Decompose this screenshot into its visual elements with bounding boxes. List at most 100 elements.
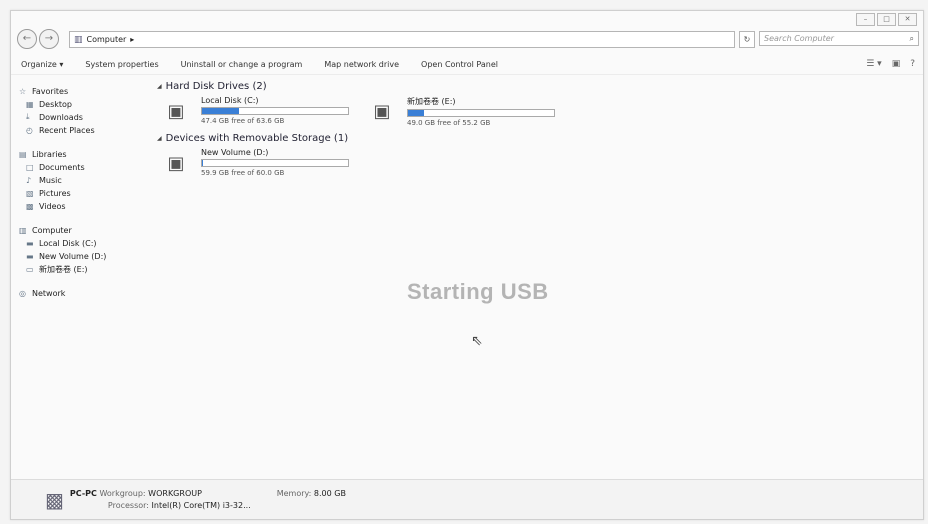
network-icon: ◎	[19, 288, 26, 298]
drive-info: Local Disk (C:) 47.4 GB free of 63.6 GB	[201, 96, 351, 125]
nav-pictures[interactable]: ▧ Pictures	[19, 187, 157, 199]
drive-free-space: 49.0 GB free of 55.2 GB	[407, 119, 491, 127]
drive-icon: ▬	[26, 251, 34, 261]
processor-label: Processor:	[107, 500, 149, 510]
downloads-icon: ⤓	[26, 112, 30, 121]
collapse-triangle-icon[interactable]: ◢	[157, 135, 162, 142]
nav-label: Desktop	[39, 99, 72, 109]
drive-item[interactable]: ▣ 新加卷卷 (E:) 49.0 GB free of 55.2 GB	[363, 96, 557, 127]
nav-label: Local Disk (C:)	[39, 238, 97, 248]
nav-label: Libraries	[32, 149, 67, 159]
system-properties-button[interactable]: System properties	[85, 60, 158, 69]
starting-usb-overlay: Starting USB	[407, 279, 549, 304]
group-title: Devices with Removable Storage (1)	[165, 133, 349, 144]
recent-places-icon: ◴	[26, 125, 33, 135]
hard-disk-icon: ▣	[373, 101, 391, 122]
drive-name: 新加卷卷 (E:)	[407, 97, 456, 106]
nav-label: Downloads	[39, 112, 83, 122]
minimize-button[interactable]: –	[856, 13, 875, 26]
nav-new-volume-d[interactable]: ▬ New Volume (D:)	[19, 250, 157, 262]
search-placeholder: Search Computer	[764, 34, 834, 43]
preview-pane-icon[interactable]: ▣	[892, 59, 901, 69]
open-control-panel-button[interactable]: Open Control Panel	[421, 60, 498, 69]
videos-icon: ▩	[26, 201, 34, 211]
help-icon[interactable]: ?	[910, 59, 915, 69]
nav-label: 新加卷卷 (E:)	[39, 264, 88, 274]
window-controls: – □ ✕	[856, 13, 917, 26]
nav-computer[interactable]: ▥ Computer	[19, 224, 157, 236]
breadcrumb-arrow-icon[interactable]: ▸	[130, 35, 134, 44]
nav-label: Music	[39, 175, 62, 185]
workgroup-value: WORKGROUP	[148, 488, 202, 498]
breadcrumb-computer[interactable]: Computer	[87, 35, 127, 44]
hard-disk-group-header[interactable]: ◢ Hard Disk Drives (2)	[157, 81, 569, 92]
close-button[interactable]: ✕	[898, 13, 917, 26]
drive-usage-fill	[408, 110, 425, 116]
nav-label: Documents	[39, 162, 85, 172]
back-button[interactable]: ←	[17, 29, 37, 49]
drive-name: New Volume (D:)	[201, 148, 269, 157]
nav-label: Videos	[39, 201, 66, 211]
drive-usage-bar	[201, 159, 349, 167]
nav-label: Pictures	[39, 188, 71, 198]
forward-button[interactable]: →	[39, 29, 59, 49]
refresh-button[interactable]: ↻	[739, 31, 755, 48]
removable-group-header[interactable]: ◢ Devices with Removable Storage (1)	[157, 133, 569, 144]
nav-label: Computer	[32, 225, 72, 235]
nav-documents[interactable]: □ Documents	[19, 161, 157, 173]
drive-name: Local Disk (C:)	[201, 96, 259, 105]
search-input[interactable]: Search Computer ⌕	[759, 31, 919, 46]
nav-local-disk-c[interactable]: ▬ Local Disk (C:)	[19, 237, 157, 249]
computer-icon: ▥	[74, 34, 83, 45]
drive-info: New Volume (D:) 59.9 GB free of 60.0 GB	[201, 148, 351, 177]
drive-free-space: 59.9 GB free of 60.0 GB	[201, 169, 285, 177]
computer-icon: ▩	[45, 487, 64, 512]
uninstall-program-button[interactable]: Uninstall or change a program	[181, 60, 303, 69]
details-pc-column: PC-PC Workgroup: WORKGROUP Processor: In…	[70, 488, 251, 512]
memory-label: Memory:	[276, 489, 312, 498]
nav-libraries[interactable]: ▤ Libraries	[19, 148, 157, 160]
pc-name: PC-PC	[69, 488, 97, 498]
map-network-drive-button[interactable]: Map network drive	[324, 60, 399, 69]
libraries-icon: ▤	[19, 149, 27, 159]
search-icon[interactable]: ⌕	[910, 34, 914, 44]
computer-icon: ▥	[19, 225, 27, 235]
removable-drive-icon: ▣	[167, 153, 185, 174]
nav-drive-e[interactable]: ▭ 新加卷卷 (E:)	[19, 263, 157, 275]
hard-disk-list: ▣ Local Disk (C:) 47.4 GB free of 63.6 G…	[157, 96, 569, 127]
maximize-button[interactable]: □	[877, 13, 896, 26]
drive-icon: ▭	[26, 264, 34, 274]
nav-videos[interactable]: ▩ Videos	[19, 200, 157, 212]
details-pane: ▩ PC-PC Workgroup: WORKGROUP Processor: …	[11, 479, 923, 519]
drive-item[interactable]: ▣ Local Disk (C:) 47.4 GB free of 63.6 G…	[157, 96, 351, 127]
address-bar[interactable]: ▥ Computer ▸	[69, 31, 735, 48]
pictures-icon: ▧	[26, 188, 34, 198]
change-view-icon[interactable]: ☰ ▾	[866, 59, 881, 69]
processor-value: Intel(R) Core(TM) i3-32...	[151, 500, 251, 510]
star-icon: ☆	[19, 86, 27, 96]
nav-desktop[interactable]: ▦ Desktop	[19, 98, 157, 110]
collapse-triangle-icon[interactable]: ◢	[157, 83, 162, 90]
explorer-window: – □ ✕ ← → ▥ Computer ▸ ↻ Search Computer…	[10, 10, 924, 520]
details-memory-column: Memory: 8.00 GB	[277, 488, 346, 500]
mouse-cursor-icon: ⇖	[471, 333, 483, 349]
drive-usage-fill	[202, 160, 204, 166]
nav-label: Favorites	[32, 86, 69, 96]
hard-disk-icon: ▣	[167, 101, 185, 122]
drive-item[interactable]: ▣ New Volume (D:) 59.9 GB free of 60.0 G…	[157, 148, 351, 177]
address-row: ← → ▥ Computer ▸ ↻ Search Computer ⌕	[11, 29, 923, 49]
documents-icon: □	[26, 162, 34, 172]
drive-usage-fill	[202, 108, 239, 114]
nav-recent-places[interactable]: ◴ Recent Places	[19, 124, 157, 136]
nav-music[interactable]: ♪ Music	[19, 174, 157, 186]
desktop-icon: ▦	[26, 99, 34, 109]
nav-downloads[interactable]: ⤓ Downloads	[19, 111, 157, 123]
removable-list: ▣ New Volume (D:) 59.9 GB free of 60.0 G…	[157, 148, 569, 177]
organize-button[interactable]: Organize ▾	[21, 60, 63, 69]
memory-value: 8.00 GB	[313, 489, 346, 498]
command-bar: Organize ▾ System properties Uninstall o…	[11, 55, 923, 75]
nav-network[interactable]: ◎ Network	[19, 287, 157, 299]
nav-favorites[interactable]: ☆ Favorites	[19, 85, 157, 97]
drive-usage-bar	[407, 109, 555, 117]
drive-free-space: 47.4 GB free of 63.6 GB	[201, 117, 285, 125]
